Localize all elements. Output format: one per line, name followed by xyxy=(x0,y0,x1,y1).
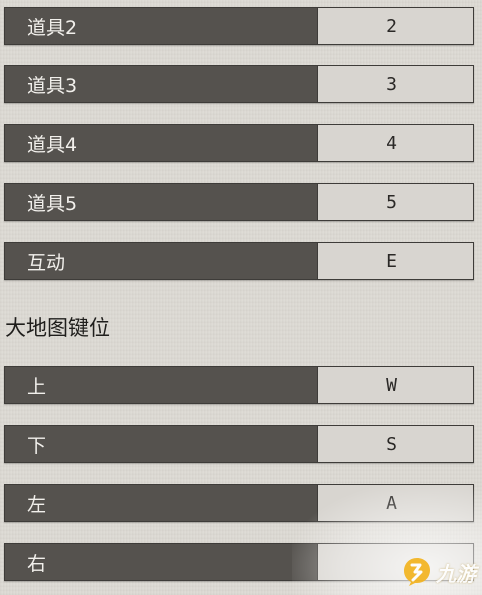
keybind-label: 上 xyxy=(5,367,317,403)
keybind-key[interactable]: 2 xyxy=(317,8,473,44)
keybind-key[interactable]: S xyxy=(317,426,473,462)
keybind-key[interactable]: 3 xyxy=(317,66,473,102)
keybind-key[interactable]: 5 xyxy=(317,184,473,220)
keybind-row-item4[interactable]: 道具4 4 xyxy=(4,124,474,162)
keybind-row-left[interactable]: 左 A xyxy=(4,484,474,522)
watermark: 九游 xyxy=(400,555,476,589)
keybind-key[interactable]: 4 xyxy=(317,125,473,161)
keybind-key[interactable]: E xyxy=(317,243,473,279)
watermark-text: 九游 xyxy=(436,561,476,586)
keybind-key[interactable]: A xyxy=(317,485,473,521)
keybind-row-down[interactable]: 下 S xyxy=(4,425,474,463)
keybind-label: 道具5 xyxy=(5,184,317,220)
keybind-label: 下 xyxy=(5,426,317,462)
keybind-row-item5[interactable]: 道具5 5 xyxy=(4,183,474,221)
keybind-label: 道具4 xyxy=(5,125,317,161)
keybind-label: 互动 xyxy=(5,243,317,279)
section-title-world-map-keys: 大地图键位 xyxy=(5,316,110,340)
keybind-label: 道具3 xyxy=(5,66,317,102)
jiuyou-logo-icon xyxy=(400,555,434,589)
keybind-row-interact[interactable]: 互动 E xyxy=(4,242,474,280)
keybind-label: 道具2 xyxy=(5,8,317,44)
keybind-label: 右 xyxy=(5,544,317,580)
keybind-row-item3[interactable]: 道具3 3 xyxy=(4,65,474,103)
keybind-row-item2[interactable]: 道具2 2 xyxy=(4,7,474,45)
keybind-label: 左 xyxy=(5,485,317,521)
keybind-row-up[interactable]: 上 W xyxy=(4,366,474,404)
keybind-key[interactable]: W xyxy=(317,367,473,403)
